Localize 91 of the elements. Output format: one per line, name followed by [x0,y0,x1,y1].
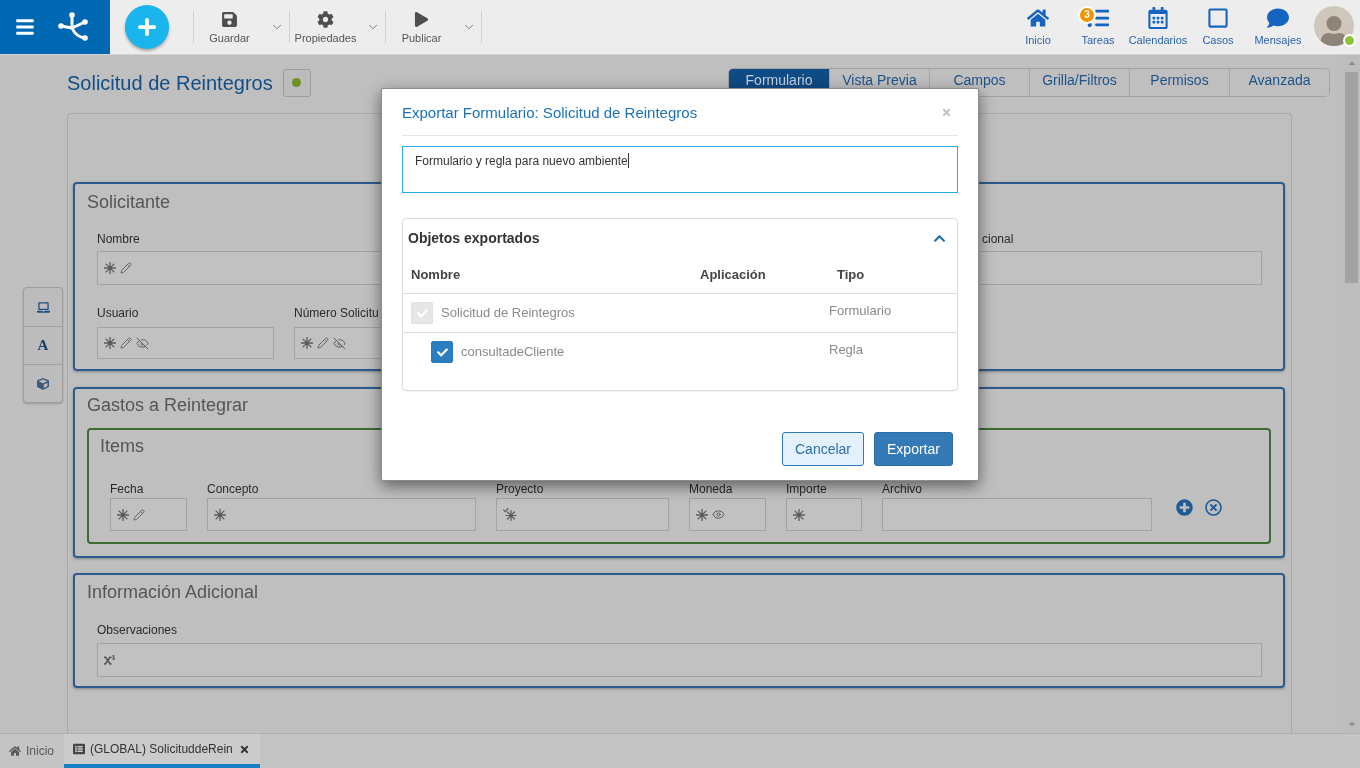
pencil-icon [317,337,329,349]
menu-icon [15,17,35,37]
input-field[interactable] [981,251,1262,285]
home-icon [1027,7,1049,29]
asterisk-icon [301,337,313,349]
asterisk-icon [104,262,116,274]
text-cursor-icon [627,153,629,168]
window-tab[interactable]: Inicio [0,734,64,768]
dialog-title: Exportar Formulario: Solicitud de Reintegros [402,103,698,123]
field-label: Observaciones [97,623,178,637]
input-field[interactable] [97,327,274,359]
nav-button[interactable]: Inicio [1008,0,1068,55]
pencil-icon [120,262,132,274]
field-label: Usuario [97,306,139,320]
check-icon [416,307,428,319]
scrollbar-thumb[interactable] [1345,72,1358,283]
field-label: Importe [786,482,827,496]
table-cell: Formulario [829,303,892,319]
section-title: Información Adicional [86,581,259,603]
check-icon [436,346,448,358]
field-label: Nombre [97,232,140,246]
laptop-icon [36,300,50,314]
window-tab[interactable]: (GLOBAL) SolicituddeRein [64,734,260,768]
description-field[interactable]: Formulario y regla para nuevo ambiente [402,146,958,193]
cancel-button[interactable]: Cancelar [782,432,864,466]
tab[interactable]: Avanzada [1229,69,1329,96]
column-header: Aplicación [700,267,766,283]
field-label: Fecha [110,482,144,496]
eye-slash-icon [136,336,149,350]
input-field[interactable] [110,498,187,531]
speech-bubble-icon [1267,7,1289,29]
pencil-icon [133,508,145,521]
table-cell: Regla [829,342,863,358]
section-title: Solicitante [86,191,171,213]
panel-title: Objetos exportados [408,230,540,246]
input-field[interactable] [496,498,669,531]
asterisk-icon [117,508,129,521]
asterisk-icon [696,508,708,521]
count-badge: 3 [1078,6,1096,24]
plus-icon [137,17,157,37]
nav-button[interactable]: Tareas 3 [1068,0,1128,55]
eye-icon [712,508,725,521]
nav-button[interactable]: Casos [1188,0,1248,55]
home-icon [9,745,21,757]
section-title: Gastos a Reintegrar [86,394,249,416]
asterisk-icon [793,508,805,521]
list-icon [73,743,85,755]
field-label: Archivo [882,482,922,496]
input-field[interactable] [689,498,766,531]
toolbar-button[interactable]: Propiedades [290,0,361,55]
superscript-icon [104,654,115,666]
input-field[interactable] [882,498,1152,531]
table-cell: consultadeCliente [461,344,565,360]
toolbar-button[interactable]: Guardar [194,0,265,55]
input-field[interactable] [786,498,862,531]
field-label: cional [981,232,1014,246]
gear-icon [317,11,334,28]
input-field[interactable] [294,327,381,359]
input-field[interactable] [97,251,381,285]
asterisk-check-icon [503,508,517,521]
field-label: Concepto [207,482,259,496]
close-button[interactable] [941,106,952,118]
eye-slash-icon [333,336,346,350]
pencil-icon [120,337,132,349]
field-label: Proyecto [496,482,544,496]
user-avatar[interactable] [1314,6,1354,46]
nav-button[interactable]: Calendarios [1128,0,1188,55]
table-cell: Solicitud de Reintegros [441,305,575,321]
toolbar-button[interactable]: Publicar [386,0,457,55]
add-button[interactable] [125,5,169,49]
status-button[interactable] [282,68,311,97]
asterisk-icon [104,337,116,349]
asterisk-icon [214,508,226,521]
play-icon [414,12,429,27]
field-label: Número Solicitu [294,306,379,320]
calendar-icon [1147,7,1169,29]
column-header: Tipo [837,267,865,283]
column-header: Nombre [411,267,461,283]
section-title: Items [99,435,144,457]
input-field[interactable] [97,643,1262,677]
tool-button[interactable]: A [24,326,62,364]
confirm-button[interactable]: Exportar [874,432,953,466]
cube-icon [37,377,49,390]
nav-button[interactable]: Mensajes [1248,0,1308,55]
close-icon[interactable] [239,743,250,755]
menu-button[interactable] [14,16,36,38]
save-icon [221,11,238,28]
input-field[interactable] [207,498,476,531]
page-title: Solicitud de Reintegros [67,70,273,95]
close-icon [941,106,952,118]
field-label: Moneda [689,482,733,496]
